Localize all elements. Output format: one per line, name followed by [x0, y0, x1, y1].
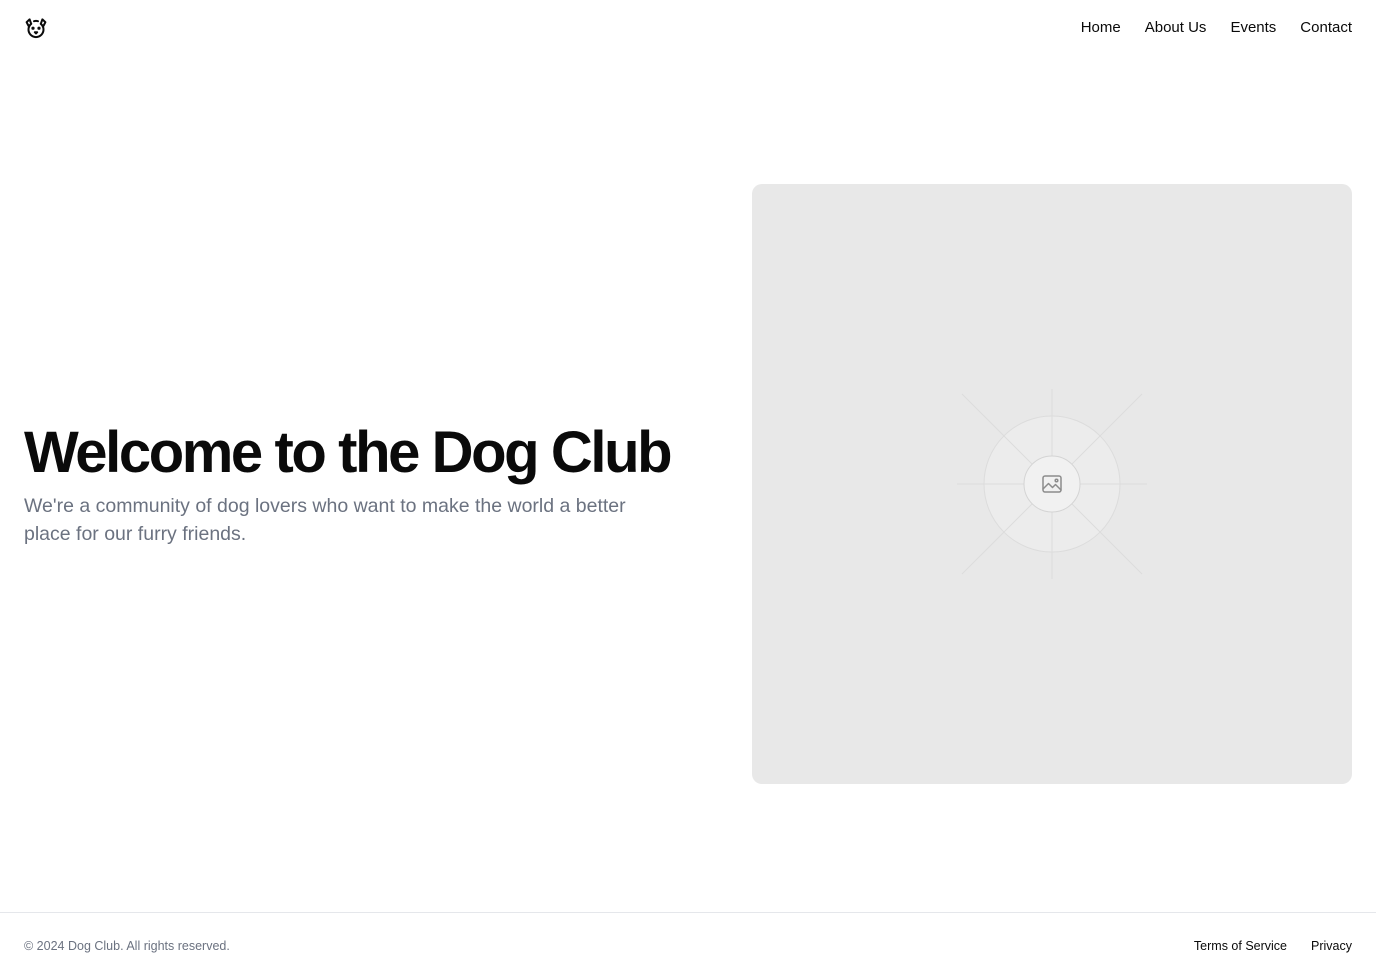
nav-link-about-us[interactable]: About Us — [1145, 17, 1207, 39]
copyright-text: © 2024 Dog Club. All rights reserved. — [24, 939, 230, 953]
hero-text: Welcome to the Dog Club We're a communit… — [24, 420, 714, 548]
footer-link-privacy[interactable]: Privacy — [1311, 937, 1352, 955]
nav-link-contact[interactable]: Contact — [1300, 17, 1352, 39]
nav-link-home[interactable]: Home — [1081, 17, 1121, 39]
hero-image-placeholder — [752, 184, 1352, 784]
image-placeholder-icon — [957, 389, 1147, 579]
main-nav: Home About Us Events Contact — [1081, 17, 1352, 39]
hero-title: Welcome to the Dog Club — [24, 420, 673, 485]
dog-face-icon — [25, 18, 47, 38]
page: Home About Us Events Contact Welcome to … — [0, 0, 1376, 977]
site-footer: © 2024 Dog Club. All rights reserved. Te… — [0, 912, 1376, 977]
hero-subtitle: We're a community of dog lovers who want… — [24, 495, 626, 545]
logo-link[interactable] — [24, 16, 48, 40]
footer-nav: Terms of Service Privacy — [1194, 937, 1352, 955]
footer-link-terms[interactable]: Terms of Service — [1194, 937, 1287, 955]
nav-link-events[interactable]: Events — [1230, 17, 1276, 39]
site-header: Home About Us Events Contact — [0, 0, 1376, 56]
